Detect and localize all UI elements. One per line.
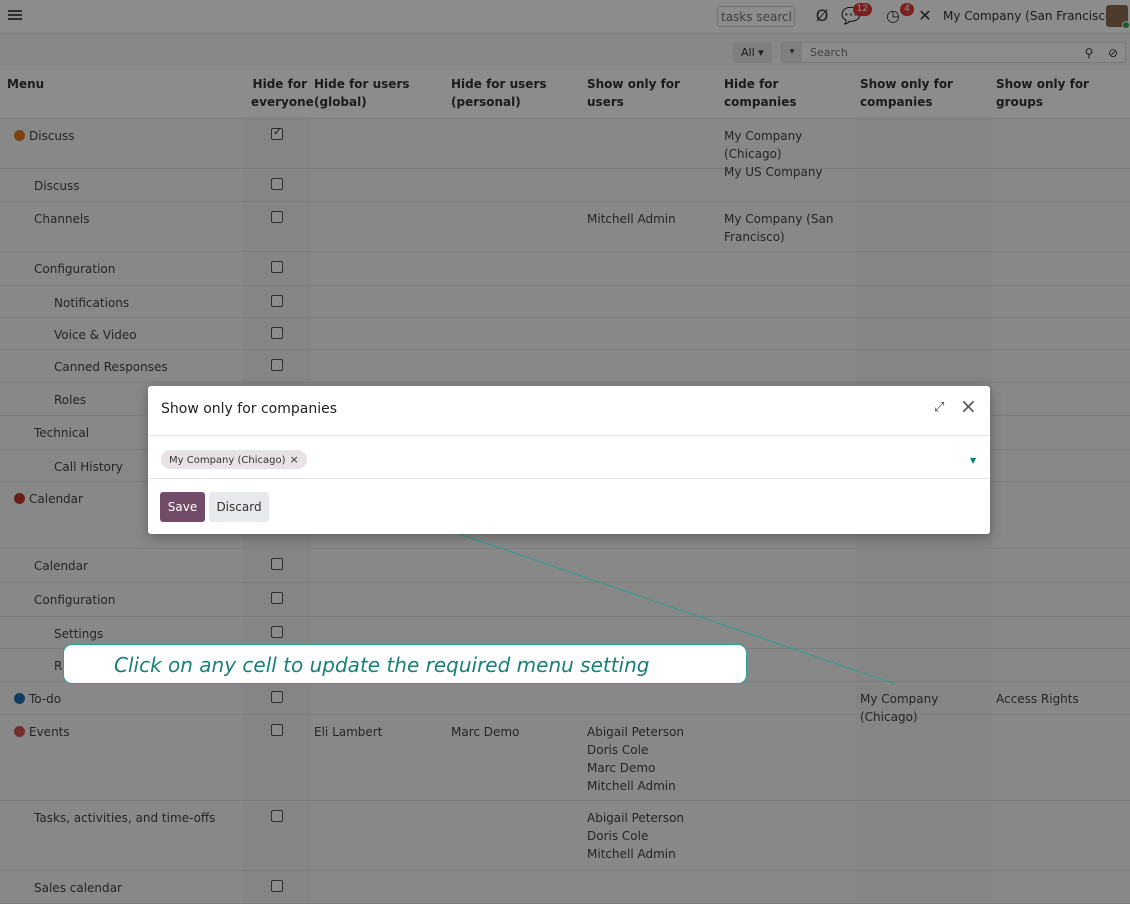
discard-button[interactable]: Discard (209, 492, 269, 522)
remove-tag-icon[interactable]: × (289, 453, 298, 466)
divider (148, 435, 990, 436)
dropdown-caret-icon[interactable]: ▼ (970, 456, 976, 465)
company-tag: My Company (Chicago) × (161, 450, 307, 469)
close-icon[interactable]: × (960, 396, 977, 416)
tooltip-callout: Click on any cell to update the required… (63, 644, 747, 684)
expand-icon[interactable]: ⤢ (934, 400, 944, 415)
save-button[interactable]: Save (160, 492, 205, 522)
company-tag-label: My Company (Chicago) (169, 455, 286, 466)
divider (148, 478, 990, 479)
dialog-title: Show only for companies (161, 401, 338, 417)
callout-text: Click on any cell to update the required… (114, 653, 650, 677)
show-companies-dialog: Show only for companies ⤢ × My Company (… (148, 386, 990, 534)
